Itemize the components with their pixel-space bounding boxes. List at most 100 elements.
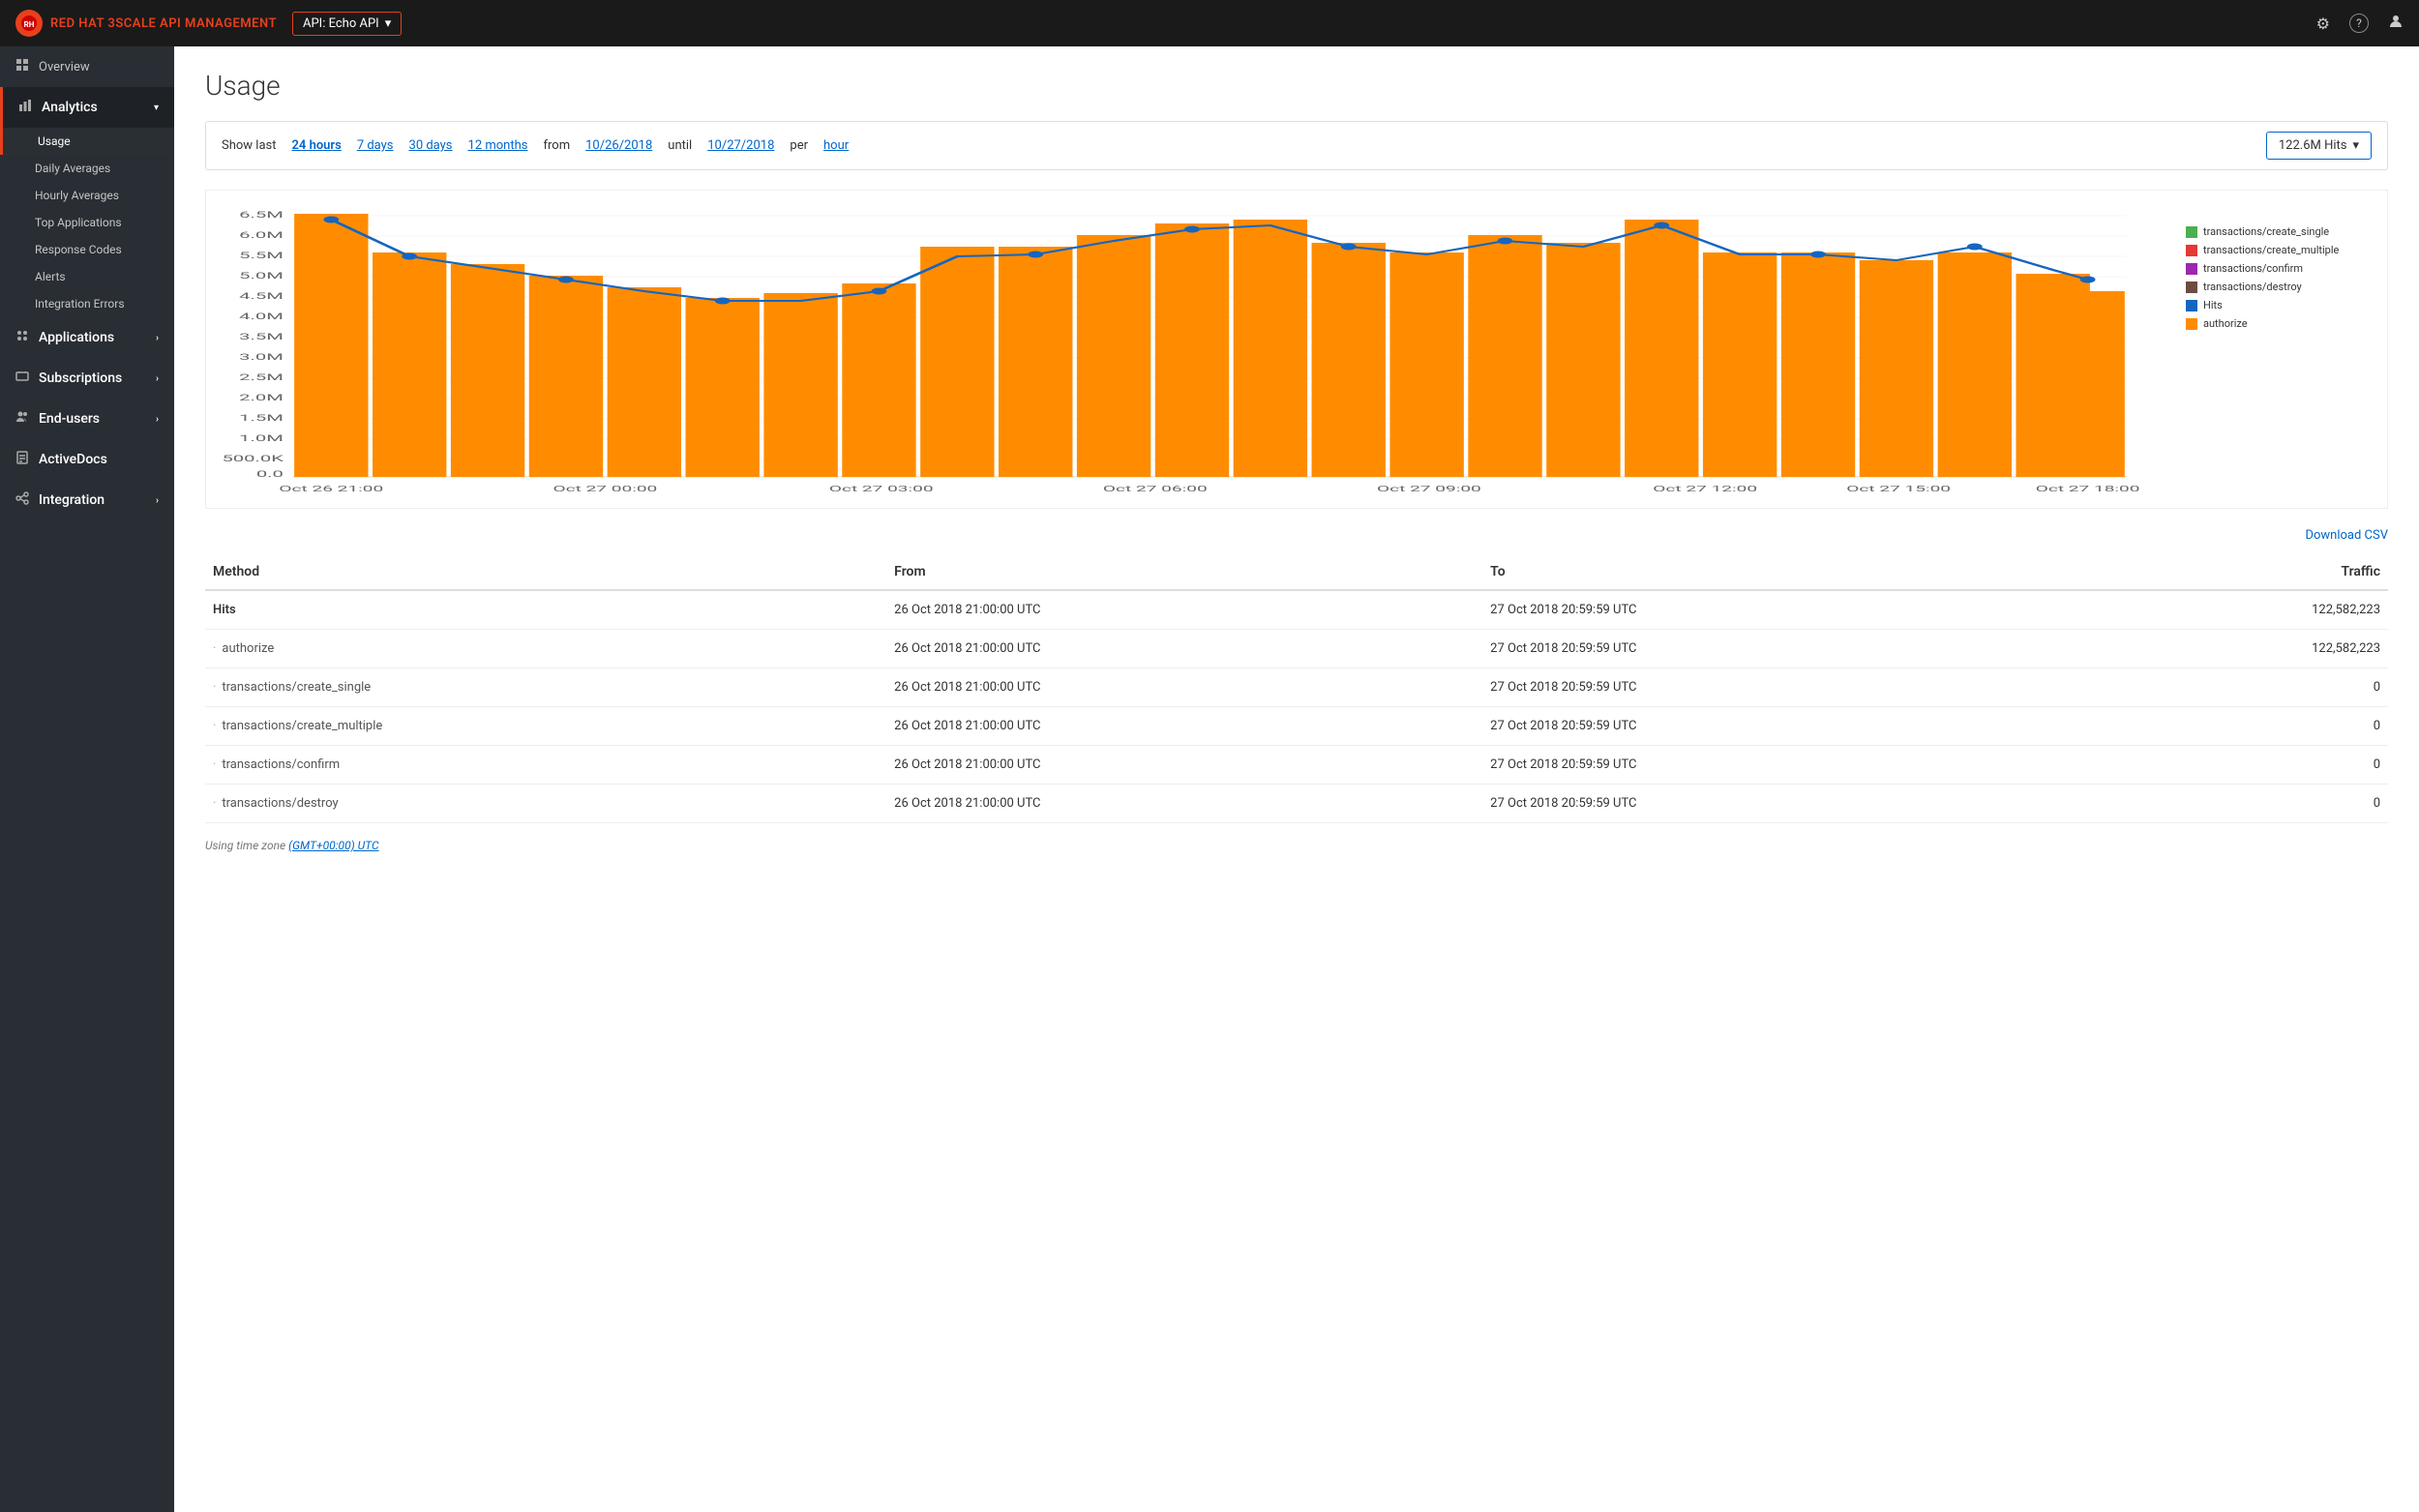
svg-text:Oct 27 03:00: Oct 27 03:00 <box>829 484 934 493</box>
svg-text:2.5M: 2.5M <box>239 371 284 382</box>
activedocs-label: ActiveDocs <box>39 452 107 467</box>
sidebar-item-top-applications[interactable]: Top Applications <box>0 209 174 236</box>
cell-method: ·transactions/destroy <box>205 785 886 823</box>
cell-traffic: 122,582,223 <box>2078 630 2388 668</box>
cell-traffic: 0 <box>2078 785 2388 823</box>
sub-method: transactions/destroy <box>222 796 338 811</box>
sub-method: authorize <box>222 641 274 656</box>
legend-color-authorize <box>2186 318 2197 330</box>
sidebar-item-analytics[interactable]: Analytics ▾ <box>0 87 174 128</box>
table-header: Method From To Traffic <box>205 554 2388 590</box>
cell-method: · transactions/confirm <box>205 746 886 785</box>
legend-item-hits: Hits <box>2186 299 2372 311</box>
table-row: ·authorize26 Oct 2018 21:00:00 UTC27 Oct… <box>205 630 2388 668</box>
svg-text:4.5M: 4.5M <box>239 290 284 301</box>
activedocs-icon <box>15 451 29 468</box>
sub-method: transactions/create_multiple <box>222 719 382 733</box>
period-link[interactable]: hour <box>823 138 849 153</box>
sub-bullet: · <box>213 719 216 733</box>
sidebar: Overview Analytics ▾ Usage Daily Average… <box>0 46 174 1512</box>
svg-text:1.5M: 1.5M <box>239 412 284 423</box>
cell-from: 26 Oct 2018 21:00:00 UTC <box>886 746 1482 785</box>
hits-chevron: ▾ <box>2352 138 2359 153</box>
svg-text:1.0M: 1.0M <box>239 432 284 443</box>
logo-icon: RH <box>15 10 43 37</box>
filter-30d[interactable]: 30 days <box>409 138 453 153</box>
sidebar-item-response-codes[interactable]: Response Codes <box>0 236 174 263</box>
svg-text:3.0M: 3.0M <box>239 351 284 362</box>
table-body: Hits26 Oct 2018 21:00:00 UTC27 Oct 2018 … <box>205 590 2388 823</box>
sidebar-item-integration[interactable]: Integration › <box>0 480 174 520</box>
sub-method: transactions/create_single <box>222 680 371 695</box>
main-content: Usage Show last 24 hours 7 days 30 days … <box>174 46 2419 1512</box>
topnav-icons: ⚙ ? <box>2316 14 2404 33</box>
end-users-label: End-users <box>39 411 100 427</box>
filter-bar: Show last 24 hours 7 days 30 days 12 mon… <box>205 121 2388 170</box>
overview-label: Overview <box>39 60 90 74</box>
timezone-note: Using time zone (GMT+00:00) UTC <box>205 839 2388 852</box>
end-users-chevron: › <box>156 414 159 425</box>
hits-button[interactable]: 122.6M Hits ▾ <box>2266 132 2372 160</box>
chart-svg-area: 6.5M 6.0M 5.5M 5.0M 4.5M 4.0M 3.5M 3.0M … <box>214 206 2170 500</box>
svg-text:Oct 27 12:00: Oct 27 12:00 <box>1653 484 1757 493</box>
timezone-link[interactable]: (GMT+00:00) UTC <box>288 839 378 852</box>
integration-icon <box>15 491 29 509</box>
api-selector[interactable]: API: Echo API ▾ <box>292 12 402 36</box>
cell-method: · transactions/create_single <box>205 668 886 707</box>
sidebar-item-end-users[interactable]: End-users › <box>0 399 174 439</box>
svg-text:Oct 27 09:00: Oct 27 09:00 <box>1377 484 1481 493</box>
chart-legend: transactions/create_single transactions/… <box>2186 206 2379 500</box>
svg-text:RH: RH <box>24 20 35 29</box>
analytics-label: Analytics <box>42 100 98 115</box>
cell-method: ·authorize <box>205 630 886 668</box>
svg-text:5.0M: 5.0M <box>239 270 284 281</box>
legend-item-authorize: authorize <box>2186 317 2372 330</box>
sidebar-item-daily-averages[interactable]: Daily Averages <box>0 155 174 182</box>
sidebar-item-usage[interactable]: Usage <box>0 128 174 155</box>
overview-icon <box>15 58 29 75</box>
help-icon[interactable]: ? <box>2349 14 2369 33</box>
logo-text: RED HAT 3SCALE API MANAGEMENT <box>50 16 277 31</box>
cell-to: 27 Oct 2018 20:59:59 UTC <box>1482 630 2078 668</box>
user-icon[interactable] <box>2388 14 2404 33</box>
cell-from: 26 Oct 2018 21:00:00 UTC <box>886 668 1482 707</box>
svg-text:Oct 27 18:00: Oct 27 18:00 <box>2036 484 2140 493</box>
filter-24h[interactable]: 24 hours <box>291 138 341 153</box>
sidebar-item-alerts[interactable]: Alerts <box>0 263 174 290</box>
cell-to: 27 Oct 2018 20:59:59 UTC <box>1482 668 2078 707</box>
legend-color-create-multiple <box>2186 245 2197 256</box>
sidebar-item-integration-errors[interactable]: Integration Errors <box>0 290 174 317</box>
integration-label: Integration <box>39 492 105 508</box>
sidebar-item-hourly-averages[interactable]: Hourly Averages <box>0 182 174 209</box>
sidebar-item-overview[interactable]: Overview <box>0 46 174 87</box>
integration-chevron: › <box>156 495 159 506</box>
col-traffic: Traffic <box>2078 554 2388 590</box>
cell-from: 26 Oct 2018 21:00:00 UTC <box>886 590 1482 630</box>
data-table: Method From To Traffic Hits26 Oct 2018 2… <box>205 554 2388 823</box>
download-csv-link[interactable]: Download CSV <box>205 528 2388 543</box>
gear-icon[interactable]: ⚙ <box>2316 15 2330 33</box>
legend-item-destroy: transactions/destroy <box>2186 281 2372 293</box>
legend-color-confirm <box>2186 263 2197 275</box>
until-label: until <box>668 138 692 153</box>
applications-icon <box>15 329 29 346</box>
cell-method: · transactions/create_multiple <box>205 707 886 746</box>
filter-7d[interactable]: 7 days <box>357 138 394 153</box>
filter-12m[interactable]: 12 months <box>468 138 528 153</box>
sub-bullet: · <box>213 680 216 695</box>
sidebar-item-subscriptions[interactable]: Subscriptions › <box>0 358 174 399</box>
sub-method: transactions/confirm <box>222 757 340 772</box>
legend-color-destroy <box>2186 282 2197 293</box>
cell-from: 26 Oct 2018 21:00:00 UTC <box>886 785 1482 823</box>
until-date[interactable]: 10/27/2018 <box>707 138 774 153</box>
per-label: per <box>790 138 808 153</box>
sidebar-item-activedocs[interactable]: ActiveDocs <box>0 439 174 480</box>
sub-bullet: · <box>213 757 216 772</box>
show-last-label: Show last <box>222 138 276 153</box>
chart-container: 6.5M 6.0M 5.5M 5.0M 4.5M 4.0M 3.5M 3.0M … <box>205 190 2388 509</box>
from-date[interactable]: 10/26/2018 <box>585 138 652 153</box>
cell-method: Hits <box>205 590 886 630</box>
svg-text:Oct 26 21:00: Oct 26 21:00 <box>279 484 383 493</box>
analytics-icon <box>18 99 32 116</box>
sidebar-item-applications[interactable]: Applications › <box>0 317 174 358</box>
